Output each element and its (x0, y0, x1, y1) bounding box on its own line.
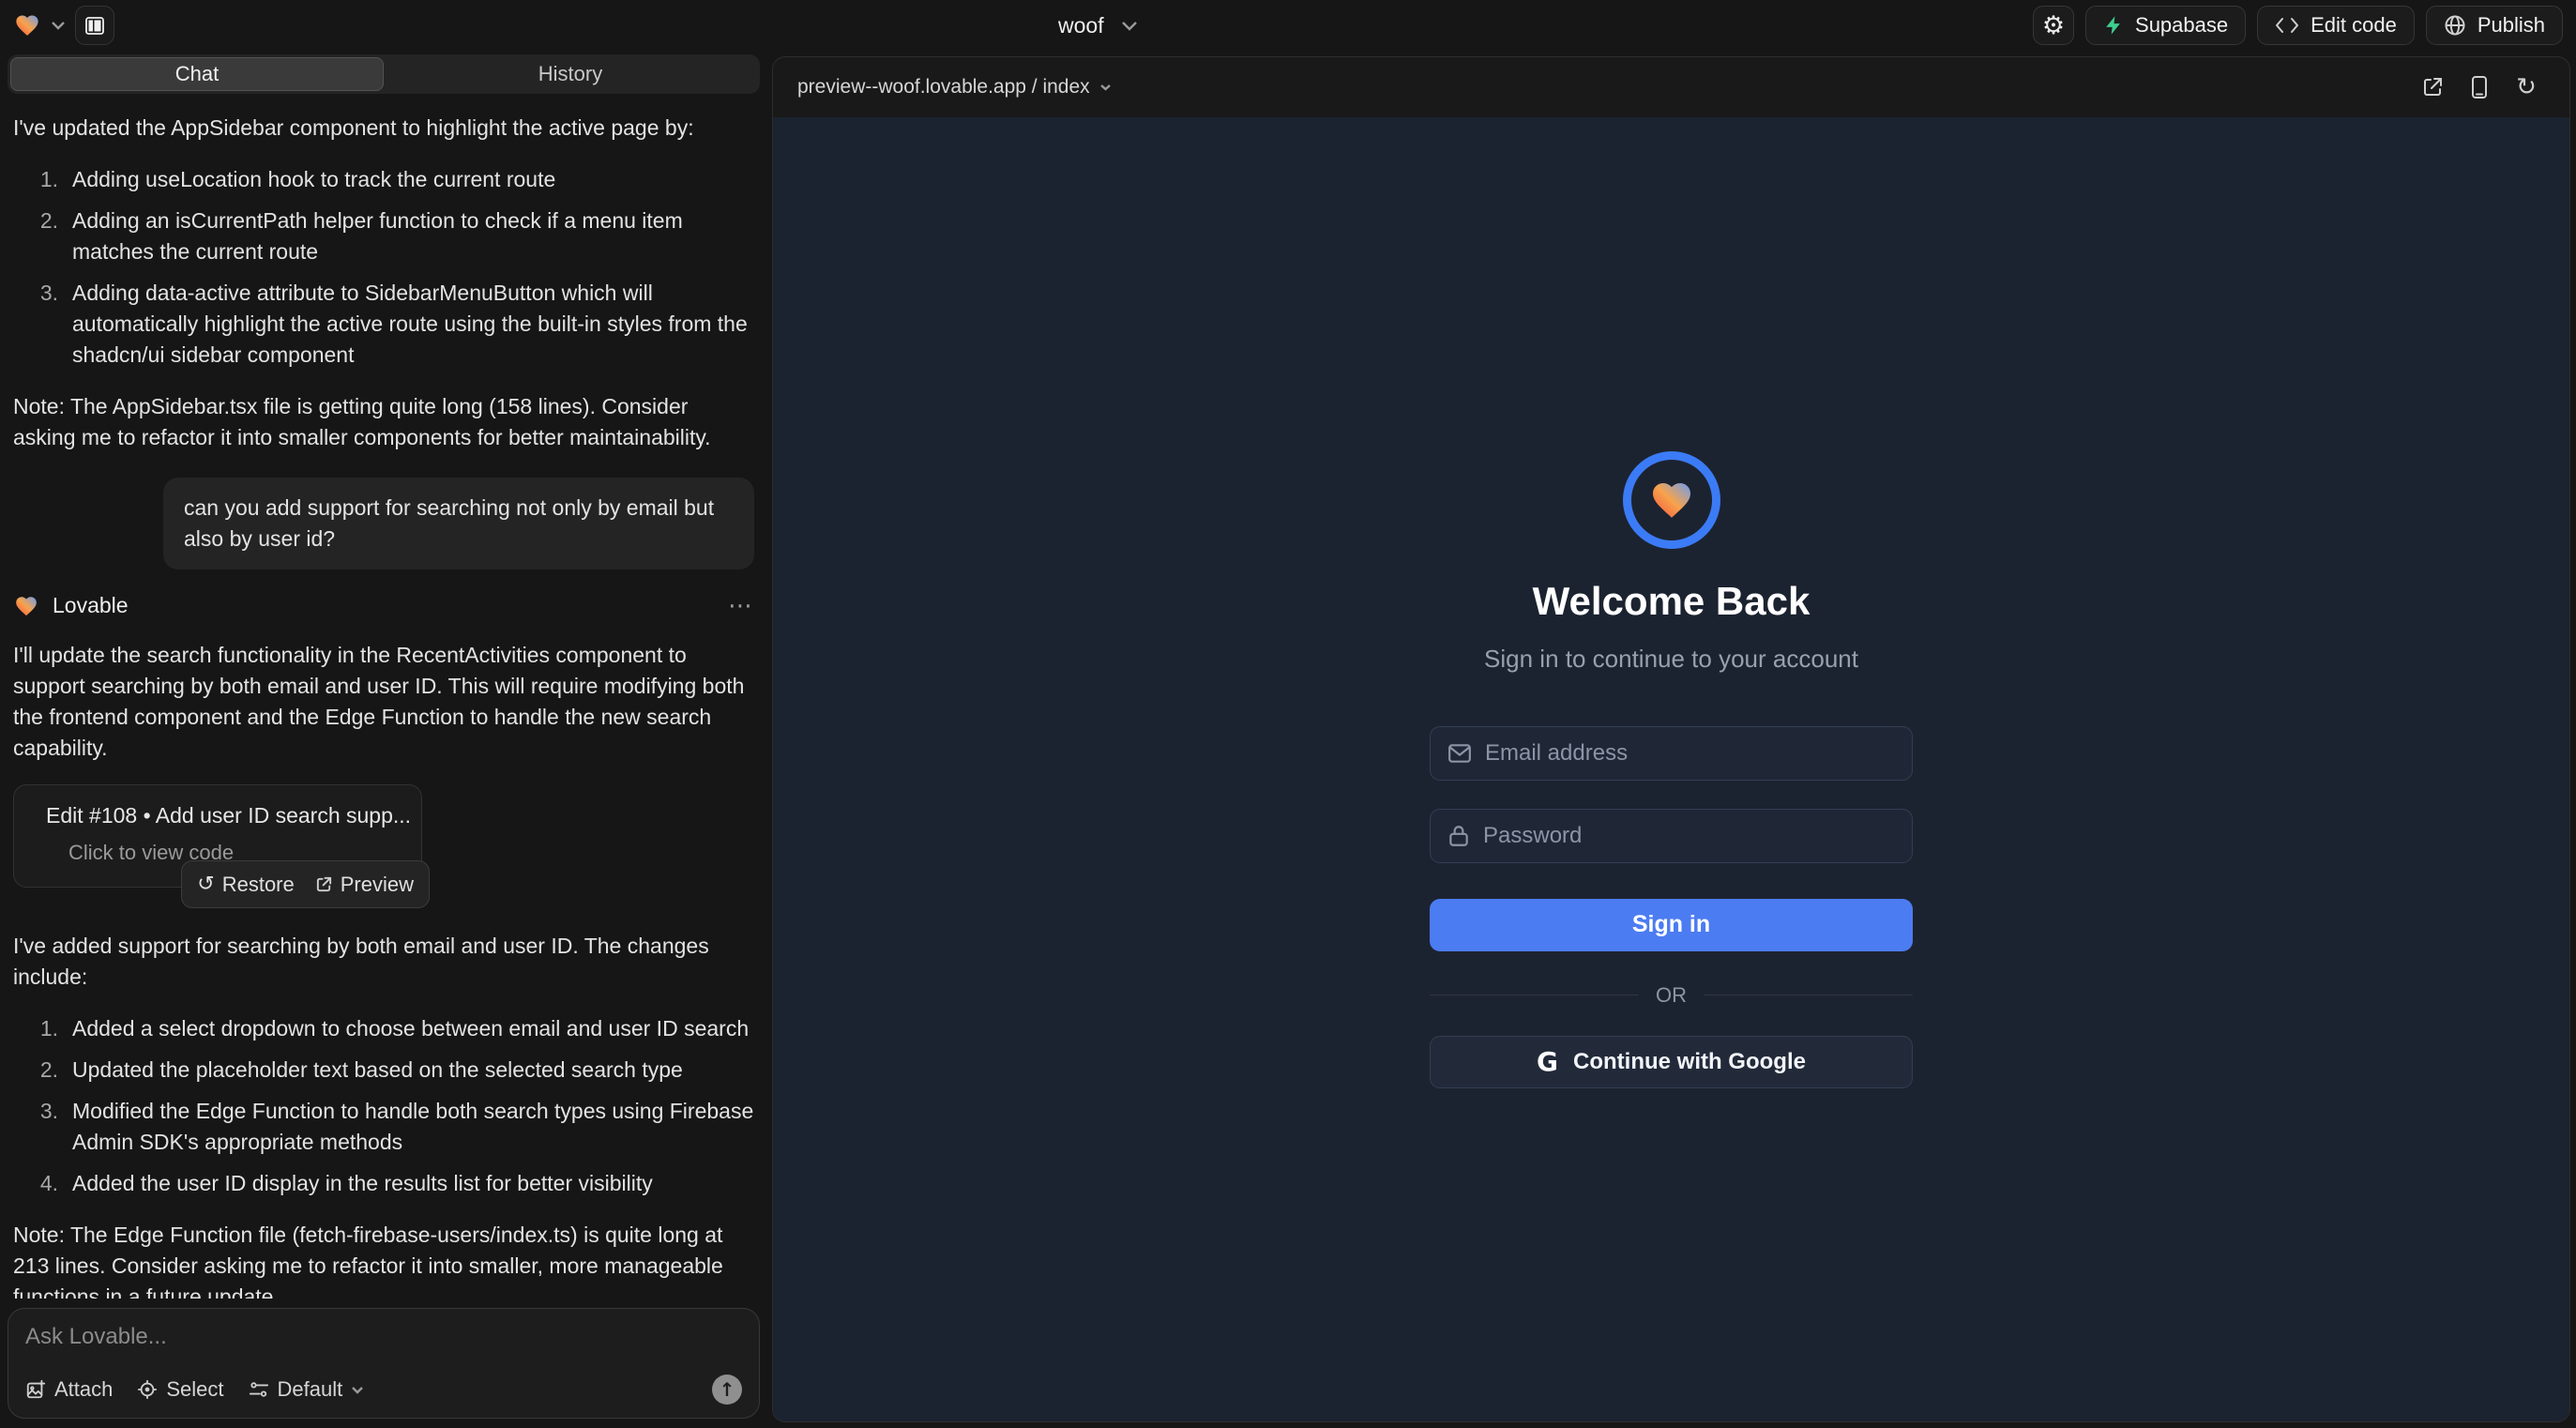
top-bar: woof ⚙ Supabase Edit code Publish (0, 0, 2576, 51)
continue-with-google-button[interactable]: G Continue with Google (1430, 1036, 1913, 1088)
password-field[interactable] (1483, 823, 1895, 849)
publish-label: Publish (2478, 13, 2545, 38)
email-field[interactable] (1485, 740, 1895, 767)
preview-frame: Welcome Back Sign in to continue to your… (773, 117, 2569, 1421)
target-select-icon (137, 1379, 158, 1400)
preview-panel: preview--woof.lovable.app / index ↻ Welc… (772, 56, 2570, 1422)
list-item: Adding data-active attribute to SidebarM… (34, 278, 754, 371)
tab-history[interactable]: History (384, 57, 757, 91)
chat-panel: Chat History I've updated the AppSidebar… (0, 51, 767, 1428)
external-link-icon (315, 875, 333, 893)
edit-code-label: Edit code (2311, 13, 2397, 38)
logo-chevron-down-icon[interactable] (51, 21, 66, 30)
list-item: Adding useLocation hook to track the cur… (34, 164, 754, 195)
open-in-new-tab-button[interactable] (2414, 76, 2451, 99)
user-message-bubble: can you add support for searching not on… (163, 478, 754, 570)
sliders-icon (249, 1380, 269, 1399)
attach-button[interactable]: Attach (25, 1377, 113, 1402)
assistant-numbered-list: Added a select dropdown to choose betwee… (13, 1013, 754, 1199)
assistant-message-intro-2: I'll update the search functionality in … (13, 640, 754, 764)
code-brackets-icon (2275, 16, 2299, 35)
lovable-logo-heart-icon[interactable] (13, 12, 41, 38)
refresh-button[interactable]: ↻ (2508, 75, 2545, 99)
google-label: Continue with Google (1573, 1049, 1806, 1075)
preview-button[interactable]: Preview (315, 869, 414, 900)
select-label: Select (166, 1377, 223, 1402)
supabase-label: Supabase (2135, 13, 2228, 38)
globe-icon (2444, 14, 2466, 37)
app-logo-ring (1623, 451, 1720, 549)
tab-chat[interactable]: Chat (10, 57, 384, 91)
welcome-heading: Welcome Back (1533, 579, 1811, 624)
preview-url-bar: preview--woof.lovable.app / index ↻ (773, 57, 2569, 117)
url-chevron-down-icon[interactable] (1099, 84, 1112, 91)
edit-code-button[interactable]: Edit code (2257, 6, 2415, 45)
auth-card: Welcome Back Sign in to continue to your… (1430, 451, 1913, 1088)
list-item: Added a select dropdown to choose betwee… (34, 1013, 754, 1044)
more-options-icon[interactable]: ⋯ (728, 594, 754, 618)
sidebar-panel-icon (83, 14, 106, 37)
or-divider: OR (1430, 983, 1913, 1008)
list-item: Modified the Edge Function to handle bot… (34, 1096, 754, 1158)
google-g-icon: G (1537, 1046, 1558, 1077)
restore-preview-chip: ↺ Restore Preview (181, 860, 430, 908)
mail-icon (1447, 743, 1472, 764)
assistant-note-2: Note: The Edge Function file (fetch-fire… (13, 1220, 754, 1299)
chat-message-list[interactable]: I've updated the AppSidebar component to… (8, 94, 760, 1299)
welcome-subheading: Sign in to continue to your account (1484, 645, 1858, 674)
external-link-icon (2421, 76, 2444, 99)
supabase-bolt-icon (2103, 14, 2124, 37)
supabase-button[interactable]: Supabase (2085, 6, 2246, 45)
edit-card-title: Edit #108 • Add user ID search supp... (46, 800, 411, 831)
settings-button[interactable]: ⚙ (2033, 6, 2074, 45)
list-item: Updated the placeholder text based on th… (34, 1055, 754, 1086)
edit-card-wrap: Edit #108 • Add user ID search supp... C… (13, 784, 422, 888)
assistant-message-added: I've added support for searching by both… (13, 931, 754, 993)
email-field-wrap (1430, 726, 1913, 781)
app-logo-heart-icon (1647, 478, 1696, 523)
restore-icon: ↺ (197, 869, 214, 900)
assistant-numbered-list: Adding useLocation hook to track the cur… (13, 164, 754, 371)
restore-label: Restore (222, 869, 295, 900)
sign-in-button[interactable]: Sign in (1430, 899, 1913, 951)
send-button[interactable]: ↑ (712, 1375, 742, 1405)
or-label: OR (1656, 983, 1687, 1008)
publish-button[interactable]: Publish (2426, 6, 2563, 45)
toggle-sidebar-button[interactable] (75, 6, 114, 45)
lock-icon (1447, 824, 1470, 848)
assistant-name: Lovable (53, 590, 129, 621)
lovable-avatar-heart-icon (13, 594, 39, 618)
composer: Attach Select Default ↑ (8, 1308, 760, 1419)
lovable-app: woof ⚙ Supabase Edit code Publish Chat (0, 0, 2576, 1428)
list-item: Added the user ID display in the results… (34, 1168, 754, 1199)
project-name[interactable]: woof (1058, 13, 1104, 38)
gear-icon: ⚙ (2042, 13, 2065, 38)
chat-history-tabs: Chat History (8, 54, 760, 94)
attach-image-icon (25, 1379, 46, 1400)
assistant-note: Note: The AppSidebar.tsx file is getting… (13, 391, 754, 453)
assistant-header: Lovable ⋯ (13, 590, 754, 621)
select-button[interactable]: Select (137, 1377, 223, 1402)
chat-input[interactable] (25, 1324, 742, 1375)
restore-button[interactable]: ↺ Restore (197, 869, 294, 900)
attach-label: Attach (54, 1377, 113, 1402)
mode-chevron-down-icon (351, 1386, 364, 1394)
preview-url[interactable]: preview--woof.lovable.app / index (797, 76, 1090, 99)
mode-label: Default (278, 1377, 343, 1402)
mobile-device-icon (2470, 75, 2489, 99)
list-item: Adding an isCurrentPath helper function … (34, 205, 754, 267)
refresh-icon: ↻ (2516, 75, 2537, 99)
assistant-message-intro: I've updated the AppSidebar component to… (13, 113, 754, 144)
project-chevron-down-icon[interactable] (1121, 21, 1138, 31)
mode-selector[interactable]: Default (249, 1377, 365, 1402)
password-field-wrap (1430, 809, 1913, 863)
mobile-view-button[interactable] (2461, 75, 2498, 99)
preview-label: Preview (341, 869, 414, 900)
